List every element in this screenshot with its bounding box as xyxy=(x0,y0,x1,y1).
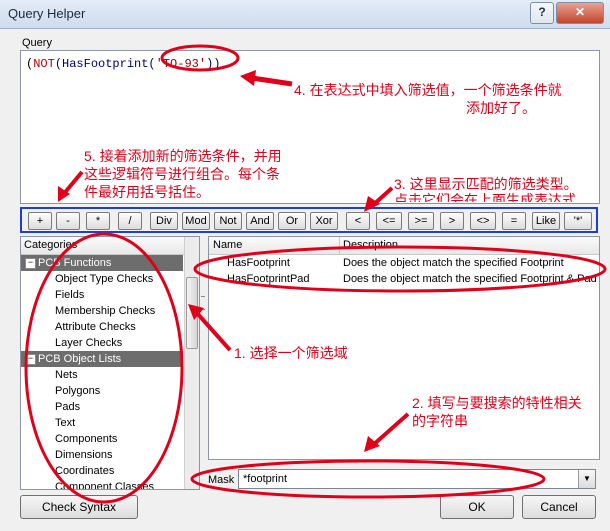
annotation-arrow-4 xyxy=(251,75,293,87)
annotation-5-line3: 件最好用括号括住。 xyxy=(84,184,210,200)
annotation-ellipse-query-arg xyxy=(160,44,240,72)
annotation-ellipse-results xyxy=(193,245,607,293)
annotation-overlay xyxy=(24,44,607,504)
annotation-arrowhead-4 xyxy=(240,70,256,86)
annotation-ellipse-categories xyxy=(24,232,184,504)
annotation-arrow-2 xyxy=(370,412,410,448)
annotation-5-line2: 这些逻辑符号进行组合。每个条 xyxy=(84,166,280,182)
annotation-4-line2: 添加好了。 xyxy=(466,100,536,116)
annotation-4-line1: 4. 在表达式中填入筛选值，一个筛选条件就 xyxy=(294,82,562,98)
annotation-2-line1: 2. 填写与要搜索的特性相关 xyxy=(412,395,582,411)
annotation-3-line2: 点击它们会在上面生成表达式 xyxy=(394,192,576,202)
annotation-3-line1: 3. 这里显示匹配的筛选类型。 xyxy=(394,176,578,192)
annotation-5-line1: 5. 接着添加新的筛选条件，并用 xyxy=(84,148,282,164)
annotation-2-line2: 的字符串 xyxy=(412,413,468,429)
annotation-1: 1. 选择一个筛选域 xyxy=(234,345,348,361)
annotation-arrow-1 xyxy=(194,310,232,352)
annotation-ellipse-mask xyxy=(190,459,546,499)
